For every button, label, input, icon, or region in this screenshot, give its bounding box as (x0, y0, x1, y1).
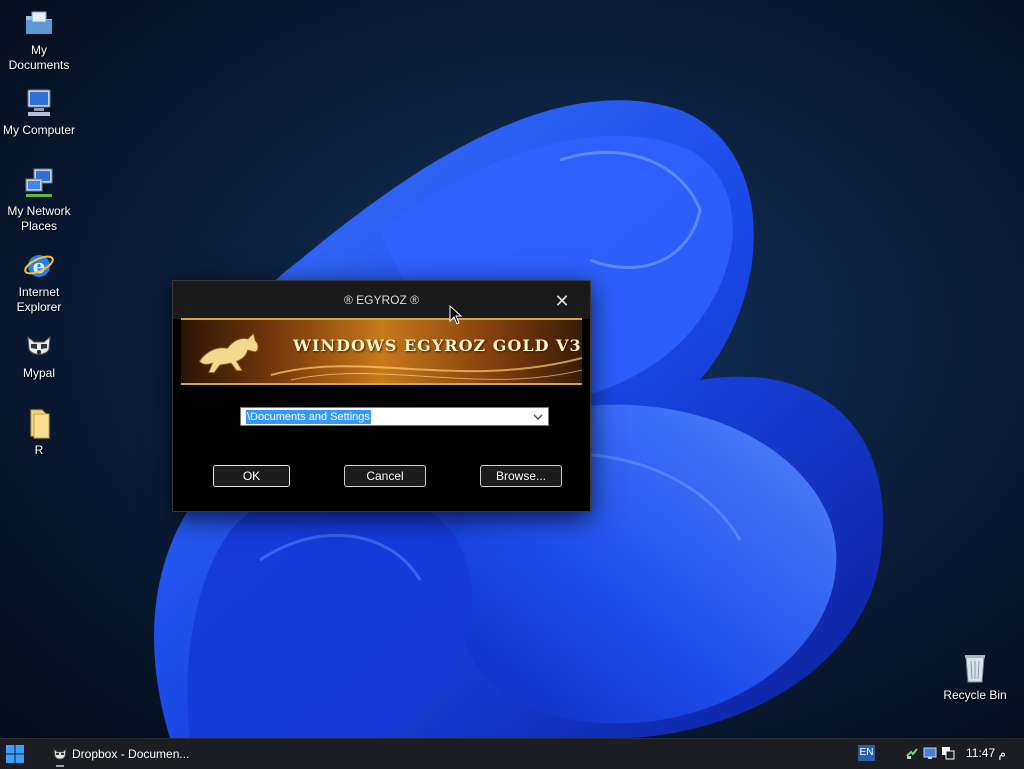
display-tray-icon[interactable] (923, 746, 937, 760)
desktop-icon-label: R (34, 443, 44, 457)
desktop-icon-r-folder[interactable]: R (0, 406, 78, 458)
desktop-icon-label: Recycle Bin (943, 688, 1007, 702)
desktop-icon-label: Mypal (22, 366, 55, 380)
ok-button[interactable]: OK (213, 465, 290, 487)
dialog-title: ® EGYROZ ® (343, 293, 420, 307)
network-tray-icon[interactable] (905, 746, 919, 760)
network-places-icon (25, 168, 53, 197)
windows-tray-icon[interactable] (941, 746, 955, 760)
cancel-button[interactable]: Cancel (344, 465, 426, 487)
desktop-icon-mypal[interactable]: Mypal (0, 329, 78, 381)
mouse-cursor-icon (449, 305, 463, 325)
active-indicator (56, 765, 64, 767)
start-windows-icon[interactable] (5, 744, 25, 764)
taskbar-item-label: Dropbox - Documen... (72, 747, 190, 761)
desktop-icon-internet-explorer[interactable]: e Internet Explorer (0, 248, 78, 315)
desktop-icon-recycle-bin[interactable]: Recycle Bin (936, 651, 1014, 703)
desktop-icon-label: My Computer (2, 123, 76, 137)
desktop-icon-label: Internet Explorer (16, 285, 62, 314)
browse-button[interactable]: Browse... (480, 465, 562, 487)
recycle-bin-icon (965, 655, 985, 683)
desktop-icon-my-computer[interactable]: My Computer (0, 86, 78, 138)
taskbar: Dropbox - Documen... EN 11:47 م (0, 738, 1024, 769)
mypal-raccoon-icon (53, 747, 67, 760)
banner-text: WINDOWS EGYROZ GOLD V3 (293, 336, 582, 355)
path-combobox-value[interactable]: \Documents and Settings (246, 410, 371, 424)
close-icon[interactable]: ✕ (552, 291, 572, 311)
mypal-raccoon-icon (27, 335, 51, 355)
path-combobox[interactable]: \Documents and Settings (240, 407, 549, 426)
chevron-down-icon[interactable] (531, 410, 545, 424)
egyroz-dialog: ® EGYROZ ® ✕ WINDOWS EGYROZ GOLD V3 \Doc… (172, 280, 591, 512)
taskbar-clock[interactable]: 11:47 م (966, 746, 1006, 760)
egyroz-banner: WINDOWS EGYROZ GOLD V3 (181, 318, 582, 385)
internet-explorer-icon: e (24, 254, 54, 278)
desktop-icon-label: My Documents (8, 43, 70, 72)
desktop-icon-label: My Network Places (7, 204, 71, 233)
my-documents-icon (26, 11, 52, 34)
folder-icon (30, 409, 50, 439)
desktop-icon-my-network-places[interactable]: My Network Places (0, 167, 78, 234)
my-computer-icon (27, 89, 51, 116)
dialog-titlebar[interactable]: ® EGYROZ ® ✕ (173, 281, 590, 319)
taskbar-item-dropbox[interactable]: Dropbox - Documen... (50, 742, 200, 767)
desktop-icon-my-documents[interactable]: My Documents (0, 6, 78, 73)
language-indicator[interactable]: EN (858, 745, 875, 761)
